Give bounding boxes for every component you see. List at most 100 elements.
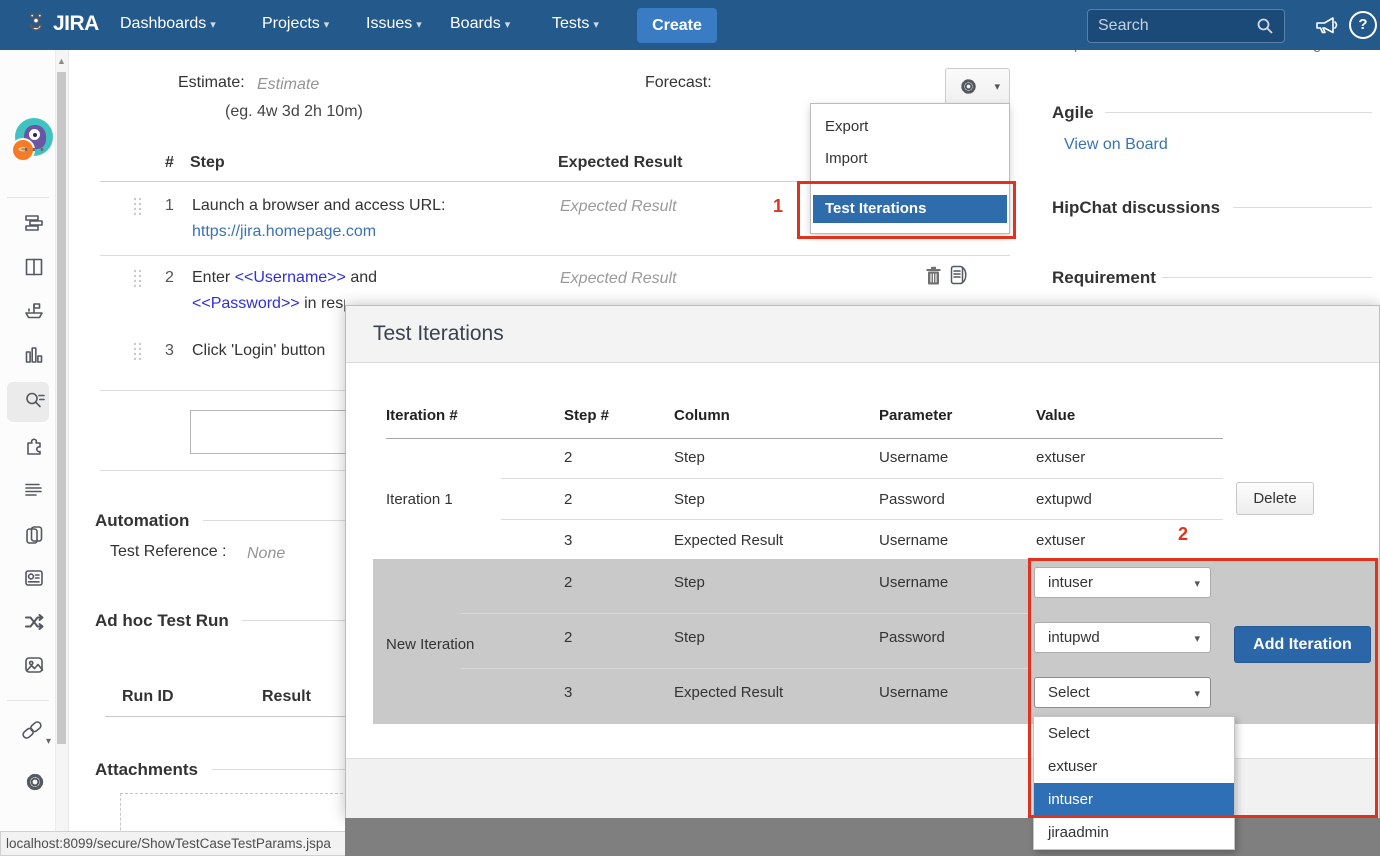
test-reference-value: None — [247, 545, 285, 563]
menu-item-import[interactable]: Import — [811, 144, 1009, 174]
step-row-link[interactable]: https://jira.homepage.com — [192, 223, 376, 241]
gray-row-rule — [461, 613, 1031, 614]
jira-logo[interactable]: JIRA — [24, 11, 99, 37]
nav-boards[interactable]: Boards▾ — [450, 15, 510, 33]
clone-step-copy-icon[interactable] — [948, 264, 970, 287]
cell-parameter: Username — [879, 574, 948, 591]
more-icon[interactable]: ⋯ — [22, 135, 47, 164]
drag-handle-icon[interactable] — [132, 341, 144, 365]
dashboard-card-icon[interactable] — [22, 566, 46, 590]
expected-result-placeholder[interactable]: Expected Result — [560, 270, 677, 288]
sidebar-divider — [7, 700, 49, 701]
steps-gear-button[interactable]: ▾ — [945, 68, 1010, 105]
test-reference-label: Test Reference : — [110, 543, 227, 561]
step-row-text-line2[interactable]: <<Password>> in respective fields — [192, 295, 345, 313]
shuffle-icon[interactable] — [22, 610, 46, 634]
megaphone-icon[interactable] — [1314, 13, 1340, 37]
addons-puzzle-icon[interactable] — [22, 434, 46, 458]
cell-value: extuser — [1036, 449, 1085, 466]
menu-item-export[interactable]: Export — [811, 112, 1009, 142]
nav-issues[interactable]: Issues▾ — [366, 15, 422, 33]
steps-row-rule — [100, 255, 1010, 256]
browser-status-url: localhost:8099/secure/ShowTestCaseTestPa… — [0, 831, 346, 856]
link-icon[interactable] — [18, 716, 46, 744]
new-step-input[interactable] — [190, 410, 348, 454]
link-caret-icon[interactable]: ▾ — [46, 736, 51, 747]
cell-column: Step — [674, 491, 705, 508]
section-rule — [100, 470, 345, 471]
reports-chart-icon[interactable] — [22, 343, 46, 367]
backlog-icon[interactable] — [22, 211, 46, 235]
step-row-num: 3 — [165, 342, 174, 360]
delete-step-trash-icon[interactable] — [924, 265, 943, 287]
image-icon[interactable] — [22, 653, 46, 677]
agile-heading: Agile — [1052, 103, 1094, 123]
estimate-hint: (eg. 4w 3d 2h 10m) — [225, 103, 363, 121]
releases-ship-icon[interactable] — [22, 298, 46, 322]
active-sprints-board-icon[interactable] — [22, 255, 46, 279]
summary-lines-icon[interactable] — [22, 478, 46, 502]
step-row-text[interactable]: Enter <<Username>> and — [192, 269, 377, 287]
pages-icon[interactable] — [22, 523, 46, 547]
cell-column: Expected Result — [674, 532, 783, 549]
iteration-name: New Iteration — [386, 636, 474, 653]
estimate-input[interactable]: Estimate — [257, 76, 319, 94]
heading-rule — [242, 620, 345, 621]
gear-icon — [958, 76, 979, 97]
chevron-down-icon: ▾ — [994, 80, 1000, 93]
cell-step: 2 — [564, 491, 572, 508]
run-id-column: Run ID — [122, 688, 174, 706]
gray-row-rule — [461, 668, 1031, 669]
cell-parameter: Password — [879, 629, 945, 646]
cell-column: Expected Result — [674, 684, 783, 701]
nav-dashboards[interactable]: Dashboards▾ — [120, 15, 216, 33]
jira-charlie-icon — [24, 11, 48, 37]
sidebar-settings-gear-icon[interactable] — [23, 770, 47, 794]
modal-row-rule — [501, 478, 1223, 479]
steps-row-rule — [100, 390, 345, 391]
run-table-rule — [105, 716, 345, 717]
result-column: Result — [262, 688, 311, 706]
col-value: Value — [1036, 407, 1075, 424]
sidebar-scrollbar: ▲ — [56, 50, 69, 856]
scrollbar-up-arrow[interactable]: ▲ — [57, 56, 66, 66]
help-icon[interactable]: ? — [1349, 11, 1377, 39]
requirement-heading: Requirement — [1052, 268, 1156, 288]
nav-projects[interactable]: Projects▾ — [262, 15, 329, 33]
modal-title: Test Iterations — [373, 322, 504, 346]
chevron-down-icon: ▾ — [505, 19, 511, 31]
search-input[interactable] — [1096, 13, 1250, 39]
search-icon[interactable] — [1256, 17, 1274, 35]
step-row-num: 2 — [165, 269, 174, 287]
option-jiraadmin[interactable]: jiraadmin — [1034, 816, 1234, 849]
chevron-down-icon: ▾ — [416, 19, 422, 31]
col-parameter: Parameter — [879, 407, 952, 424]
steps-col-expected: Expected Result — [558, 154, 682, 172]
delete-iteration-button[interactable]: Delete — [1236, 482, 1314, 515]
hipchat-heading: HipChat discussions — [1052, 198, 1220, 218]
cell-column: Step — [674, 629, 705, 646]
estimate-label: Estimate: — [178, 74, 245, 92]
cell-step: 2 — [564, 574, 572, 591]
nav-tests[interactable]: Tests▾ — [552, 15, 599, 33]
cell-step: 3 — [564, 684, 572, 701]
view-on-board-link[interactable]: View on Board — [1064, 136, 1168, 154]
step-row-text[interactable]: Launch a browser and access URL: — [192, 197, 445, 215]
heading-rule — [1233, 207, 1372, 208]
chevron-down-icon: ▾ — [324, 19, 330, 31]
drag-handle-icon[interactable] — [132, 196, 144, 220]
expected-result-placeholder[interactable]: Expected Result — [560, 198, 677, 216]
cell-step: 2 — [564, 449, 572, 466]
step-row-text[interactable]: Click 'Login' button — [192, 342, 325, 360]
modal-row-rule — [501, 519, 1223, 520]
cell-value: extuser — [1036, 532, 1085, 549]
issues-search-icon[interactable] — [22, 388, 48, 414]
username-token: <<Username>> — [235, 269, 346, 286]
cell-step: 3 — [564, 532, 572, 549]
heading-rule — [203, 520, 345, 521]
scrollbar-thumb[interactable] — [57, 72, 66, 744]
annotation-label-2: 2 — [1178, 524, 1188, 545]
create-button[interactable]: Create — [637, 8, 717, 43]
iteration-name: Iteration 1 — [386, 491, 453, 508]
drag-handle-icon[interactable] — [132, 268, 144, 292]
